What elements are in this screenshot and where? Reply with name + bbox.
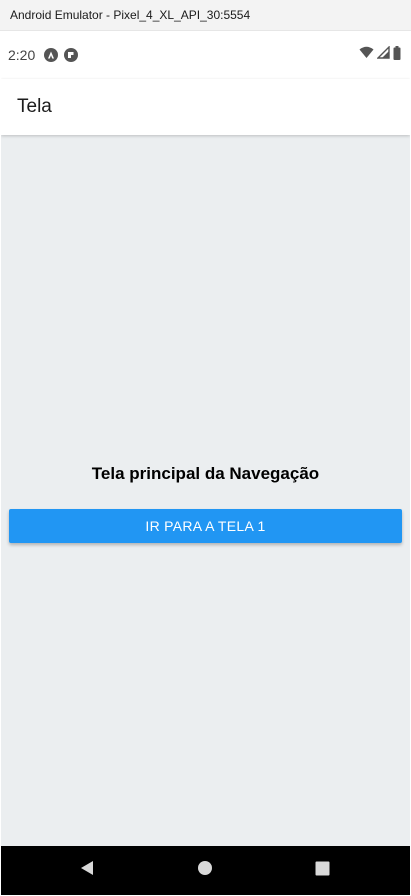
home-icon bbox=[197, 860, 213, 881]
recents-icon bbox=[315, 861, 330, 881]
app-bar: Tela bbox=[1, 79, 410, 135]
go-to-screen-1-button[interactable]: IR PARA A TELA 1 bbox=[9, 509, 402, 543]
wifi-icon bbox=[359, 46, 374, 64]
recents-button[interactable] bbox=[292, 846, 352, 895]
device-screen: 2:20 Tela Tela principal da Navegação IR… bbox=[1, 31, 410, 895]
status-bar: 2:20 bbox=[1, 31, 410, 79]
battery-icon bbox=[393, 45, 401, 65]
app-bar-title: Tela bbox=[17, 96, 52, 117]
window-title: Android Emulator - Pixel_4_XL_API_30:555… bbox=[10, 8, 251, 22]
system-navigation-bar bbox=[1, 846, 410, 895]
back-icon bbox=[79, 860, 95, 881]
main-heading: Tela principal da Navegação bbox=[91, 464, 320, 483]
debug-app-icon bbox=[64, 48, 79, 62]
back-button[interactable] bbox=[57, 846, 117, 895]
status-time: 2:20 bbox=[8, 47, 36, 63]
cell-signal-icon bbox=[376, 45, 390, 64]
status-icons-right bbox=[359, 45, 401, 65]
home-button[interactable] bbox=[175, 846, 235, 895]
react-native-icon bbox=[44, 48, 59, 62]
emulator-window-titlebar: Android Emulator - Pixel_4_XL_API_30:555… bbox=[0, 0, 411, 31]
main-content: Tela principal da Navegação IR PARA A TE… bbox=[1, 135, 410, 846]
